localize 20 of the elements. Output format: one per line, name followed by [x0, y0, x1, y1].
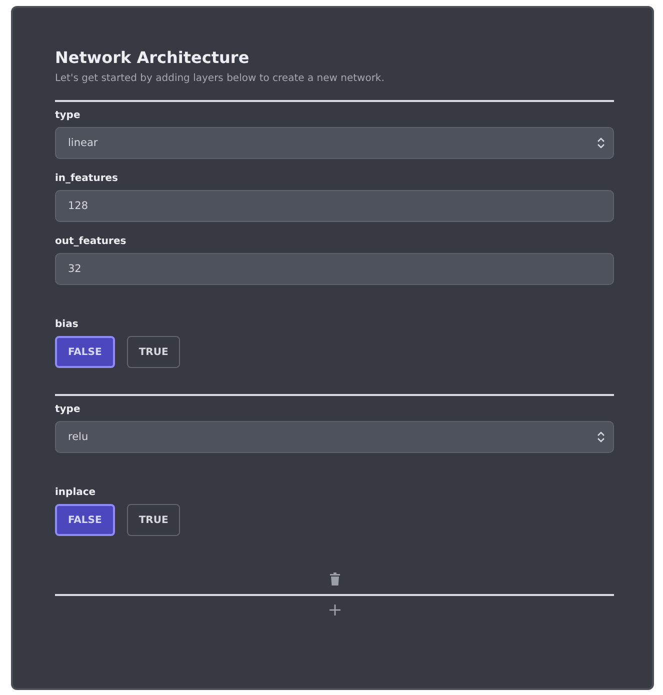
field-label: out_features — [55, 236, 126, 247]
page-title: Network Architecture — [55, 48, 250, 67]
field-label: type — [55, 404, 80, 415]
field-label: in_features — [55, 173, 118, 184]
toggle-button[interactable]: FALSE — [55, 336, 115, 368]
toggle-button[interactable]: FALSE — [55, 504, 115, 536]
field-label: bias — [55, 319, 78, 330]
chevron-up-down-icon — [597, 137, 605, 149]
select-field[interactable]: linear — [55, 127, 614, 159]
plus-icon[interactable] — [328, 604, 340, 616]
select-field[interactable]: relu — [55, 421, 614, 453]
trash-icon[interactable] — [330, 572, 340, 586]
field-label: type — [55, 110, 80, 121]
toggle-button[interactable]: TRUE — [126, 504, 180, 536]
chevron-up-down-icon — [597, 431, 605, 443]
page-subtitle: Let's get started by adding layers below to create a new network. — [55, 73, 386, 84]
input-field[interactable]: 32 — [55, 253, 614, 285]
input-field[interactable]: 128 — [55, 190, 614, 222]
toggle-button[interactable]: TRUE — [126, 336, 180, 368]
field-label: inplace — [55, 487, 96, 498]
